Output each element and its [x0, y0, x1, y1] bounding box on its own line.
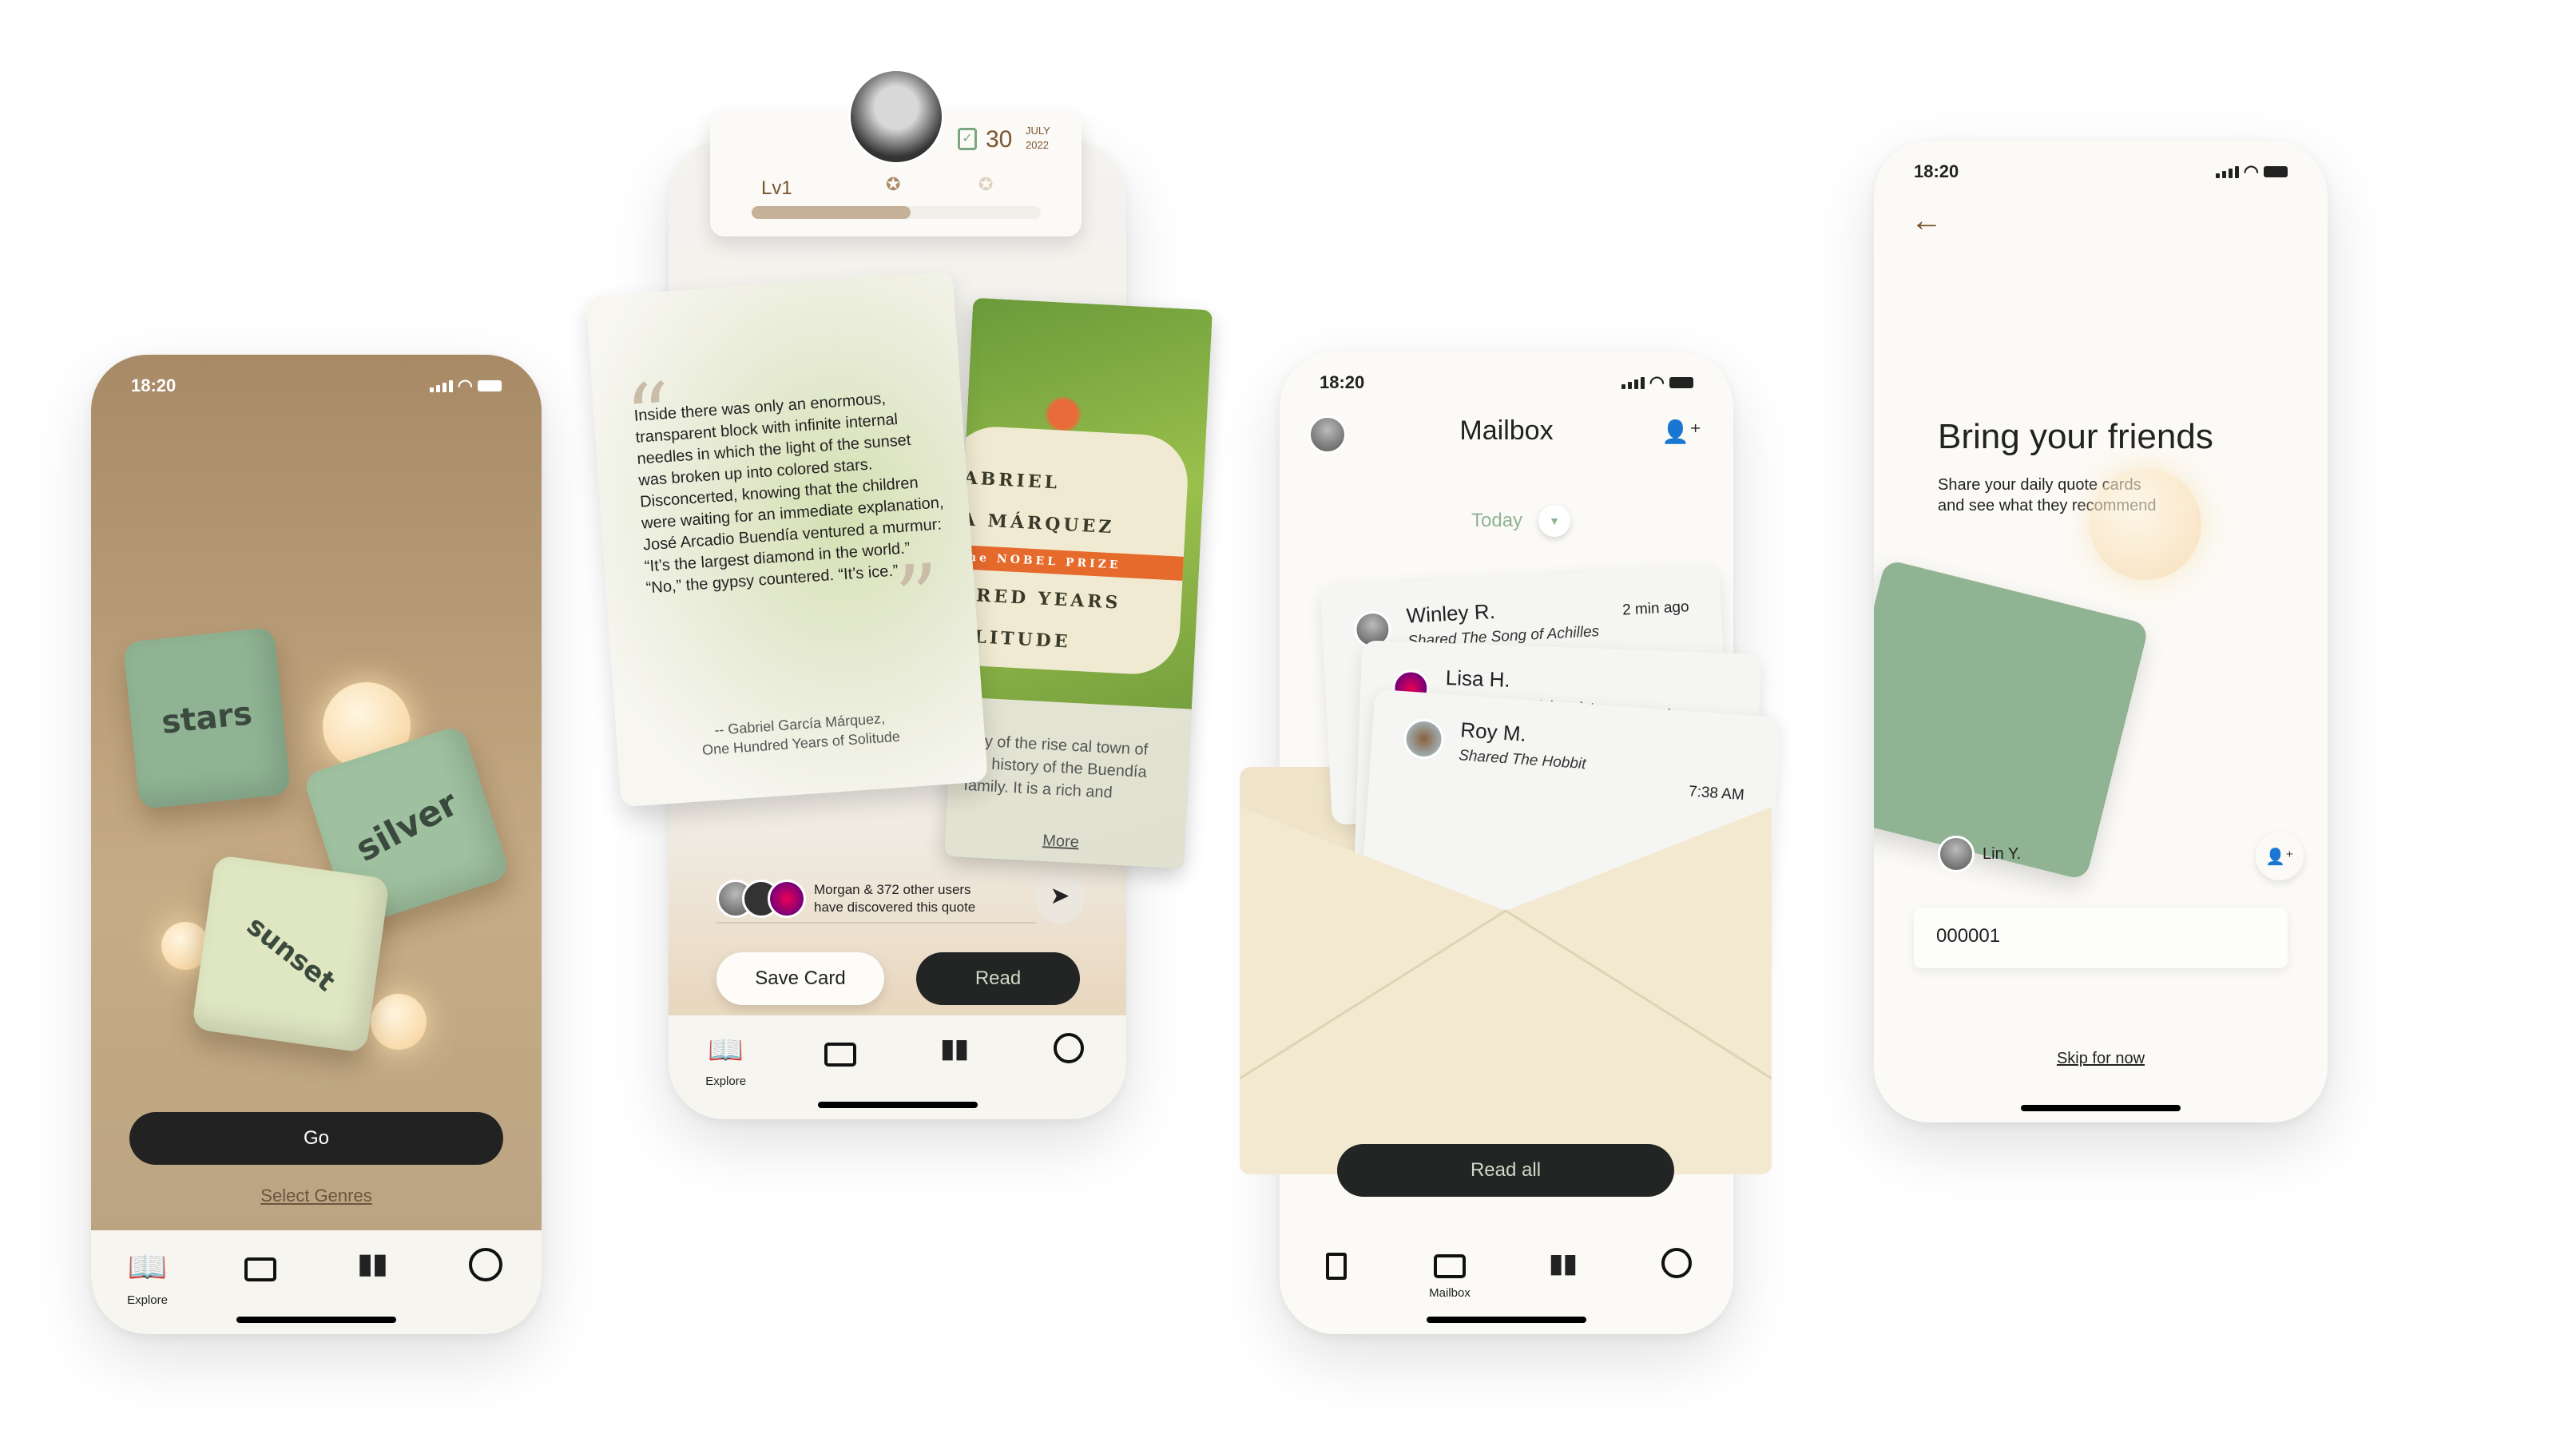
date-filter-dropdown[interactable]: Today ▼ [1471, 505, 1571, 537]
nav-profile[interactable] [1645, 1248, 1709, 1334]
home-indicator [236, 1317, 396, 1323]
level-progress-bar [752, 206, 1041, 219]
profile-icon [1054, 1033, 1085, 1063]
level-label: Lv1 [761, 177, 792, 199]
wifi-icon: ◠ [1649, 372, 1665, 392]
bookmark-icon [1326, 1253, 1347, 1280]
mailbox-icon [1434, 1254, 1466, 1278]
nav-explore[interactable]: 📖 Explore [694, 1033, 758, 1119]
send-icon: ➤ [1050, 882, 1070, 909]
wifi-icon: ◠ [2243, 161, 2259, 181]
signal-icon [2215, 165, 2239, 178]
discovered-text: have discovered this quote [814, 900, 976, 915]
quote-attribution: -- Gabriel García Márquez, One Hundred Y… [701, 709, 901, 759]
star-milestone-icon: ✪ [886, 174, 901, 194]
bottom-nav: 📖 Explore ▮▮ [669, 1015, 1126, 1119]
signal-icon [429, 379, 453, 392]
books-icon: ▮▮ [1549, 1249, 1578, 1277]
discovered-row: Morgan & 372 other users have discovered… [716, 876, 1036, 924]
go-button[interactable]: Go [129, 1112, 503, 1165]
status-time: 18:20 [1320, 372, 1365, 392]
date-year: 2022 [1026, 139, 1049, 151]
more-link[interactable]: More [960, 825, 1161, 858]
book-sparkle-icon: 📖 [708, 1033, 744, 1066]
home-indicator [1427, 1317, 1586, 1323]
user-avatar[interactable] [848, 69, 944, 165]
nav-profile[interactable] [454, 1248, 518, 1334]
book-sparkle-icon: 📖 [127, 1249, 168, 1285]
book-title-panel: ABRIEL A MÁRQUEZ the NOBEL PRIZE DRED YE… [943, 424, 1190, 677]
genre-cube-stars[interactable]: stars [122, 626, 292, 810]
light-orb [2090, 468, 2201, 580]
skip-link[interactable]: Skip for now [1874, 1050, 2328, 1068]
avatar [1402, 717, 1446, 761]
card-icon [244, 1257, 276, 1281]
home-indicator [2021, 1105, 2181, 1111]
wifi-icon: ◠ [457, 375, 473, 395]
select-genres-link[interactable]: Select Genres [91, 1186, 542, 1206]
book-cover-card[interactable]: ABRIEL A MÁRQUEZ the NOBEL PRIZE DRED YE… [943, 297, 1213, 869]
calendar-check-icon: ✓ [958, 128, 977, 150]
date-day: 30 [986, 126, 1013, 153]
status-bar: 18:20 ◠ [1914, 161, 2288, 182]
battery-icon [2264, 166, 2288, 177]
add-friend-icon[interactable]: 👤⁺ [2256, 832, 2304, 880]
invite-code-field[interactable]: 000001 [1914, 908, 2288, 968]
bottom-nav: 📖 Explore ▮▮ [91, 1230, 542, 1334]
battery-icon [478, 380, 502, 391]
bottom-nav: Mailbox ▮▮ [1280, 1230, 1733, 1334]
profile-icon [1661, 1248, 1692, 1278]
status-time: 18:20 [1914, 161, 1959, 181]
avatar-stack [716, 880, 806, 918]
friend-chip: Lin Y. [1938, 836, 2021, 872]
star-milestone-icon: ✪ [978, 174, 994, 194]
books-icon: ▮▮ [940, 1034, 969, 1063]
profile-icon [468, 1248, 502, 1281]
phone-genre-select: 18:20 ◠ stars silver sunset Go Select Ge… [91, 355, 542, 1334]
avatar [768, 880, 806, 918]
avatar [1938, 836, 1975, 872]
status-bar: 18:20 ◠ [1320, 372, 1693, 393]
share-button[interactable]: ➤ [1036, 868, 1084, 924]
status-time: 18:20 [131, 375, 177, 395]
home-indicator [817, 1102, 978, 1108]
close-quote-icon: ” [891, 544, 944, 650]
read-button[interactable]: Read [916, 952, 1080, 1005]
phone-invite-friends: 18:20 ◠ ← Bring your friends Share your … [1874, 141, 2328, 1122]
invite-envelope-illustration [1874, 558, 2149, 881]
genre-cube-sunset[interactable]: sunset [191, 854, 391, 1054]
add-friend-icon[interactable]: 👤⁺ [1661, 419, 1701, 445]
books-icon: ▮▮ [357, 1249, 388, 1279]
light-orb [371, 994, 427, 1050]
save-card-button[interactable]: Save Card [716, 952, 884, 1005]
back-arrow-icon[interactable]: ← [1911, 203, 1943, 239]
battery-icon [1669, 377, 1693, 388]
date-month: JULY [1026, 125, 1050, 137]
nav-profile[interactable] [1037, 1033, 1101, 1119]
quote-card[interactable]: “ Inside there was only an enormous, tra… [585, 271, 988, 808]
read-all-button[interactable]: Read all [1337, 1144, 1674, 1197]
level-progress-fill [752, 206, 911, 219]
envelope-front [1240, 807, 1772, 1174]
nav-explore[interactable] [1304, 1248, 1368, 1334]
status-bar: 18:20 ◠ [131, 375, 502, 396]
signal-icon [1621, 376, 1645, 389]
page-title: Bring your friends [1938, 417, 2213, 456]
card-icon [824, 1043, 856, 1067]
discovered-count: Morgan & 372 other users [814, 882, 971, 897]
chevron-down-icon: ▼ [1538, 505, 1571, 537]
nav-explore[interactable]: 📖 Explore [116, 1248, 180, 1334]
